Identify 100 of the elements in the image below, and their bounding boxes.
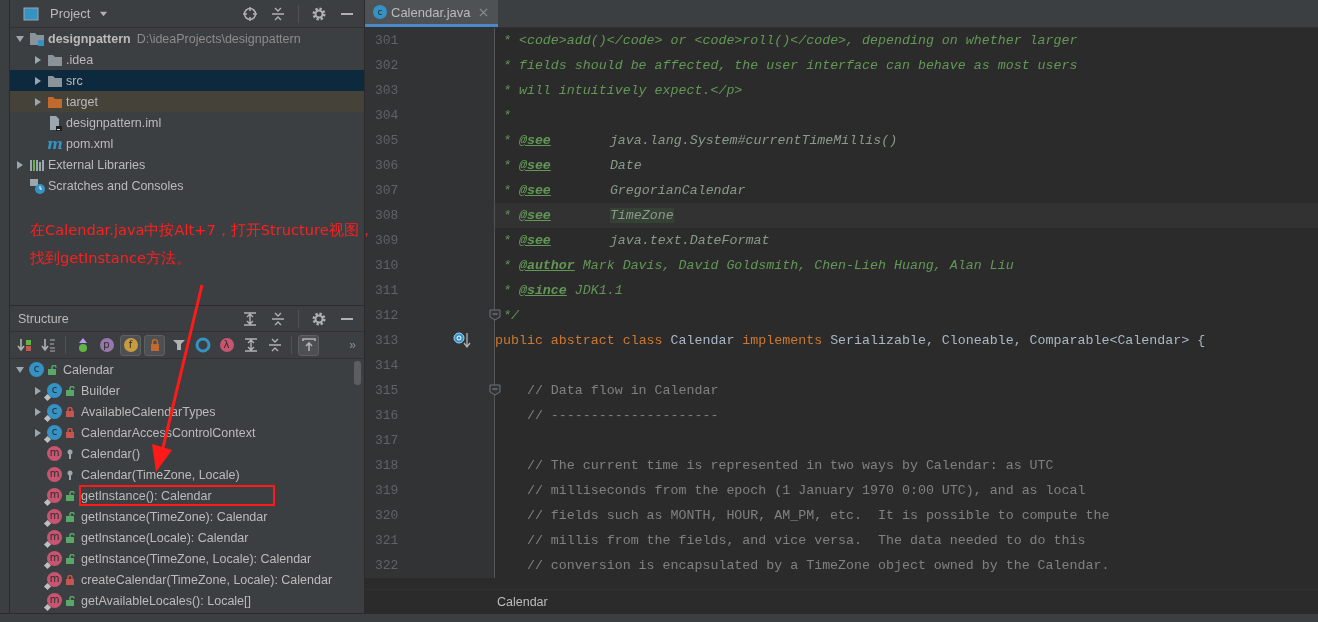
class-icon: c [47,404,62,419]
file-icon [47,114,63,131]
structure-row[interactable]: m getInstance(): Calendar [10,485,364,506]
tree-row[interactable]: src [10,70,364,91]
non-public-toggle[interactable] [144,334,165,356]
fold-icon[interactable] [489,309,501,321]
collapse-all-icon[interactable] [270,5,286,22]
code-comment: // milliseconds from the epoch (1 January 1970 0:00 UTC), and as local [526,483,1086,498]
tree-row[interactable]: Scratches and Consoles [10,175,364,196]
method-icon: m [47,446,62,461]
autoscroll-toggle[interactable] [298,334,319,356]
code-comment: JDK1.1 [574,283,623,298]
code-comment: // Data flow in Calendar [526,383,719,398]
structure-row[interactable]: m getInstance(TimeZone): Calendar [10,506,364,527]
collapsed-arrow-icon[interactable] [33,406,43,417]
collapsed-arrow-icon[interactable] [33,427,43,438]
member-label: getAvailableLocales(): Locale[] [81,593,251,608]
code-comment: // millis from the fields, and vice versa. The data needed to do this [526,533,1086,548]
scrollbar[interactable] [354,361,361,385]
sort-icon [40,337,57,353]
tree-row[interactable]: m pom.xml [10,133,364,154]
collapse-all-icon[interactable] [270,310,286,327]
class-icon: c [29,362,44,377]
code-comment: * [502,133,511,148]
member-label: createCalendar(TimeZone, Locale): Calendar [81,572,333,587]
code-comment: */ [502,308,519,323]
code-comment: @see [518,208,551,223]
tree-row[interactable]: .idea [10,49,364,70]
scratches-icon [29,177,45,194]
code-comment: java.text.DateFormat [609,233,770,248]
code-comment: // The current time is represented in two ways by Calendar: as UTC [526,458,1054,473]
code-comment: @since [518,283,567,298]
structure-row[interactable]: m getInstance(Locale): Calendar [10,527,364,548]
fold-icon[interactable] [489,384,501,396]
structure-row[interactable]: m Calendar(TimeZone, Locale) [10,464,364,485]
code-text: class [622,333,663,348]
code-comment: @author [518,258,575,273]
code-comment: * [502,208,511,223]
tree-item-label: target [66,94,98,109]
code-comment: // --------------------- [526,408,719,423]
tree-item-label: designpattern [48,31,131,46]
tree-item-label: External Libraries [48,157,146,172]
tree-row[interactable]: External Libraries [10,154,364,175]
editor-tab[interactable]: c Calendar.java [365,0,498,27]
code-text: abstract [550,333,615,348]
expand-all-icon[interactable] [242,310,258,327]
structure-row[interactable]: m createCalendar(TimeZone, Locale): Calendar [10,569,364,590]
tree-row[interactable]: target [10,91,364,112]
code-text: Serializable, Cloneable, Comparable<Calendar> { [830,333,1206,348]
member-label: getInstance(TimeZone, Locale): Calendar [81,551,312,566]
method-icon: m [47,551,62,566]
structure-row[interactable]: c Builder [10,380,364,401]
close-icon[interactable] [478,7,488,17]
member-label: Calendar(TimeZone, Locale) [81,467,240,482]
structure-row[interactable]: m getInstance(TimeZone, Locale): Calendar [10,548,364,569]
tree-row[interactable]: designpattern.iml [10,112,364,133]
code-text: public [495,333,543,348]
tree-item-label: src [66,73,83,88]
member-label: getInstance(): Calendar [81,488,212,503]
settings-icon[interactable] [311,5,327,22]
method-icon: m [47,572,62,587]
code-comment: @see [518,183,551,198]
expanded-arrow-icon[interactable] [15,33,25,44]
autoscroll-icon [300,337,317,353]
panel-title[interactable]: Project [50,6,91,21]
structure-row[interactable]: m getAvailableLocales(): Locale[] [10,590,364,611]
collapsed-arrow-icon[interactable] [15,159,25,170]
code-comment: GregorianCalendar [609,183,746,198]
code-comment: @see [518,158,551,173]
tree-row[interactable]: designpattern D:\ideaProjects\designpattern [10,28,364,49]
collapsed-arrow-icon[interactable] [33,75,43,86]
window-icon [23,5,39,22]
maven-icon: m [47,135,63,152]
method-icon: m [47,509,62,524]
more-button[interactable]: » [349,338,360,352]
expanded-arrow-icon[interactable] [15,364,25,375]
class-icon: c [373,5,387,19]
module-folder-icon [29,30,45,47]
code-text: Calendar [670,333,735,348]
tree-item-label: pom.xml [66,136,114,151]
code-comment: * <code>add()</code> or <code>roll()</code>, depending on whether larger [502,33,1078,48]
method-icon: m [47,530,62,545]
breadcrumb[interactable]: Calendar [497,594,548,609]
code-comment: Date [609,158,642,173]
structure-row[interactable]: m Calendar() [10,443,364,464]
collapsed-arrow-icon[interactable] [33,96,43,107]
member-label: Calendar() [81,446,141,461]
structure-row[interactable]: c Calendar [10,359,364,380]
code-comment: // fields such as MONTH, HOUR, AM_PM, etc. It is possible to compute the [526,508,1110,523]
settings-icon[interactable] [311,310,327,327]
member-label: Calendar [63,362,114,377]
class-icon: c [47,383,62,398]
locate-icon[interactable] [242,5,258,22]
method-icon: m [47,467,62,482]
collapsed-arrow-icon[interactable] [33,385,43,396]
path-label: D:\ideaProjects\designpattern [136,31,301,46]
override-icon[interactable] [453,331,471,349]
code-comment: * [502,283,511,298]
collapsed-arrow-icon[interactable] [33,54,43,65]
dropdown-caret-icon[interactable] [99,9,109,18]
